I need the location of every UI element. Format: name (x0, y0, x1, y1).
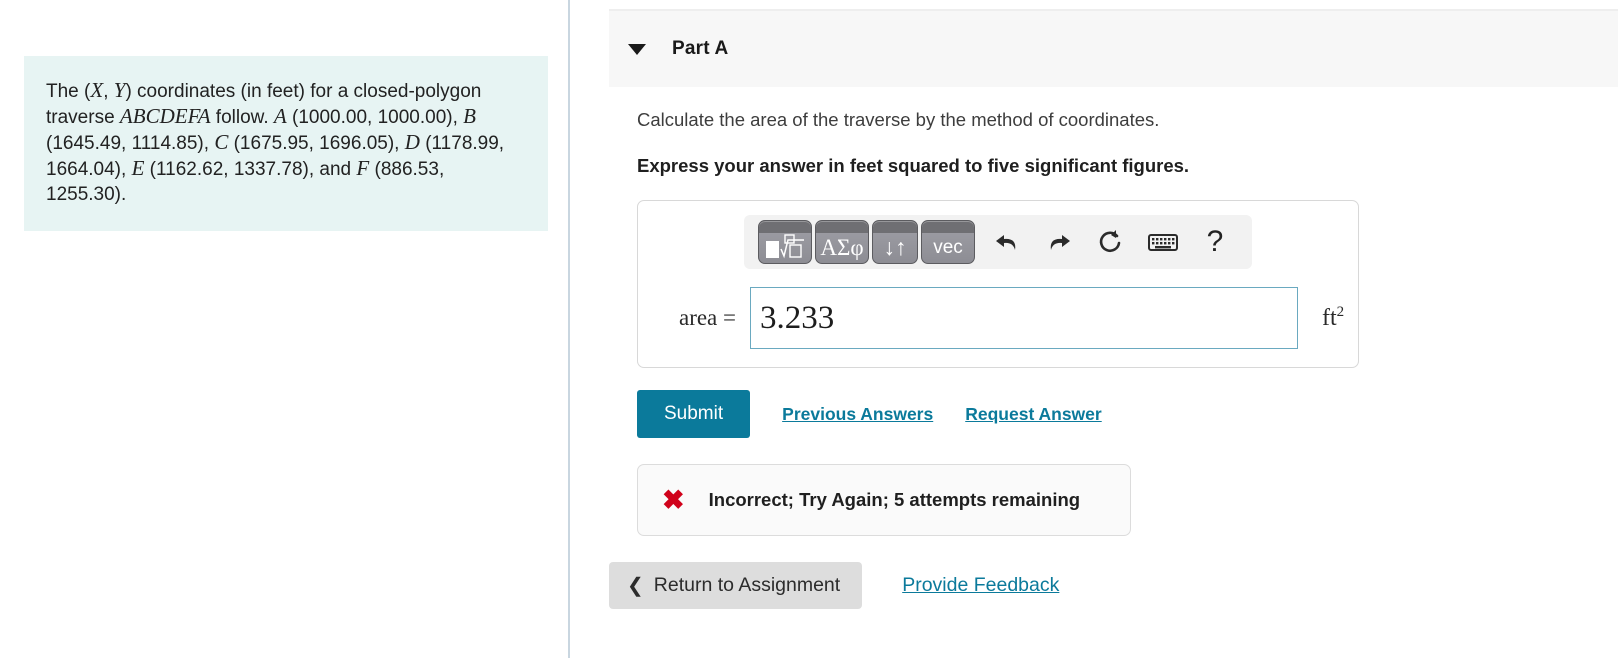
traverse-label: ABCDEFA (119, 104, 211, 128)
answer-unit-label: ft2 (1322, 304, 1344, 332)
request-answer-link[interactable]: Request Answer (965, 404, 1101, 425)
unit-base: ft (1322, 305, 1337, 331)
question-instruction: Express your answer in feet squared to f… (637, 155, 1190, 176)
point-label-d: D (404, 130, 420, 154)
redo-glyph (1050, 235, 1070, 250)
point-label-e: E (131, 156, 145, 180)
answer-card: ΑΣφ ↓↑ vec ? area = 3.233 ft2 (637, 200, 1359, 368)
keyboard-icon[interactable] (1140, 221, 1186, 263)
problem-comma: , (103, 81, 114, 102)
problem-statement: The (X, Y) coordinates (in feet) for a c… (24, 56, 548, 231)
greek-letters-icon[interactable]: ΑΣφ (815, 220, 869, 264)
variable-y: Y (113, 78, 126, 102)
feedback-message: Incorrect; Try Again; 5 attempts remaini… (708, 489, 1081, 510)
vector-icon[interactable]: vec (921, 220, 975, 264)
point-label-f: F (356, 156, 370, 180)
page-title: Part A (672, 38, 729, 59)
variable-x: X (90, 78, 104, 102)
reset-glyph (1099, 230, 1121, 253)
problem-pane: The (X, Y) coordinates (in feet) for a c… (0, 0, 570, 658)
provide-feedback-link[interactable]: Provide Feedback (902, 574, 1059, 597)
greek-letters-label: ΑΣφ (820, 234, 864, 260)
reset-icon[interactable] (1088, 221, 1134, 263)
answer-row: area = 3.233 ft2 (638, 287, 1358, 349)
undo-icon[interactable] (984, 221, 1030, 263)
page-root: The (X, Y) coordinates (in feet) for a c… (0, 0, 1618, 658)
feedback-banner: ✖ Incorrect; Try Again; 5 attempts remai… (637, 464, 1131, 536)
point-label-a: A (273, 104, 287, 128)
point-coords-a: (1000.00, 1000.00), (286, 107, 464, 128)
undo-glyph (996, 235, 1016, 250)
point-label-c: C (214, 130, 229, 154)
triangle-down-icon[interactable] (628, 43, 646, 55)
answer-input[interactable]: 3.233 (750, 287, 1298, 349)
help-icon[interactable]: ? (1192, 221, 1238, 263)
redo-icon[interactable] (1036, 221, 1082, 263)
footer-bar: ❮ Return to Assignment Provide Feedback (609, 562, 1059, 609)
box-nth-root-glyph (766, 234, 804, 259)
answer-pane: Part A Calculate the area of the travers… (570, 0, 1618, 658)
submit-row: Submit Previous Answers Request Answer (637, 390, 1618, 438)
part-body: Calculate the area of the traverse by th… (637, 108, 1618, 536)
sub-superscript-label: ↓↑ (883, 234, 907, 260)
point-coords-b: (1645.49, 1114.85), (46, 133, 215, 154)
sub-superscript-icon[interactable]: ↓↑ (872, 220, 918, 264)
return-to-assignment-label: Return to Assignment (653, 574, 841, 596)
return-to-assignment-button[interactable]: ❮ Return to Assignment (609, 562, 863, 609)
problem-text-follow: follow. (210, 107, 274, 128)
chevron-left-icon: ❮ (627, 574, 644, 597)
part-header[interactable]: Part A (609, 9, 1618, 87)
math-toolbar: ΑΣφ ↓↑ vec ? (744, 215, 1252, 269)
previous-answers-link[interactable]: Previous Answers (782, 404, 933, 425)
question-prompt: Calculate the area of the traverse by th… (637, 109, 1160, 130)
point-coords-e: (1162.62, 1337.78), and (144, 159, 357, 180)
point-label-b: B (463, 104, 476, 128)
point-coords-c: (1675.95, 1696.05), (228, 133, 405, 154)
problem-text-lead: The ( (46, 81, 91, 102)
vector-label: vec (933, 236, 963, 258)
red-x-icon: ✖ (662, 484, 685, 515)
submit-button[interactable]: Submit (637, 390, 751, 438)
box-nth-root-icon[interactable] (758, 220, 812, 264)
keyboard-glyph (1148, 234, 1178, 251)
unit-exponent: 2 (1336, 304, 1345, 320)
math-toolbar-wrap: ΑΣφ ↓↑ vec ? (638, 215, 1358, 269)
answer-variable-label: area = (678, 305, 736, 330)
